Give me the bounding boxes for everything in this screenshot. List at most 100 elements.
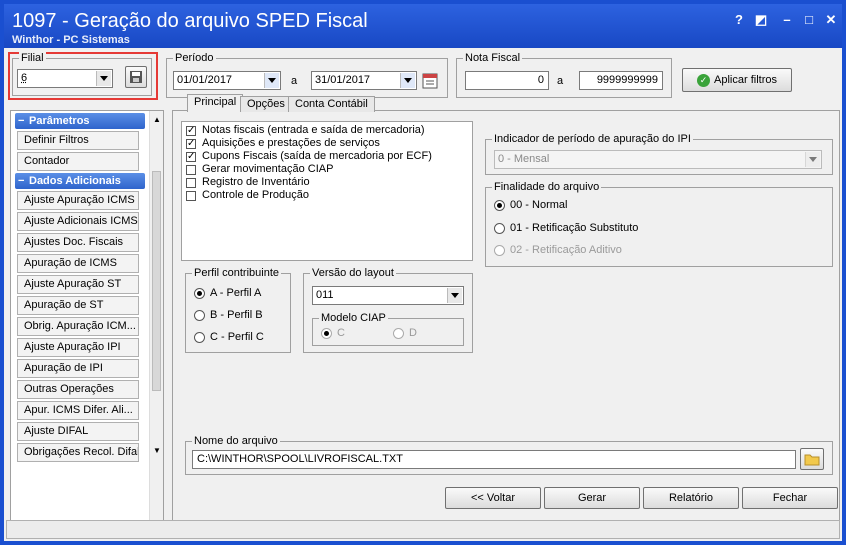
sidebar-item[interactable]: Outras Operações [17,380,139,399]
edit-icon[interactable]: ◩ [752,12,770,28]
chevron-down-icon [400,73,415,88]
radio-label: B - Perfil B [210,309,263,321]
controle-producao-checkbox[interactable] [186,191,196,201]
periodo-start-select[interactable]: 01/01/2017 [173,71,281,90]
tab-opcoes[interactable]: Opções [240,96,292,112]
sidebar-item-contador[interactable]: Contador [17,152,139,171]
ipi-legend: Indicador de período de apuração do IPI [492,133,693,145]
layout-group: Versão do layout 011 Modelo CIAP C D [303,267,473,353]
chevron-up-icon[interactable]: ▲ [153,115,161,124]
checkbox-label: Cupons Fiscais (saída de mercadoria por … [202,150,432,162]
perfil-c-radio[interactable] [194,332,205,343]
periodo-group: Período 01/01/2017 a 31/01/2017 [166,52,448,98]
save-button[interactable] [125,66,147,88]
perfil-legend: Perfil contribuinte [192,267,281,279]
layout-select[interactable]: 011 [312,286,464,305]
chevron-down-icon [264,73,279,88]
radio-label: C - Perfil C [210,331,264,343]
scrollbar-thumb[interactable] [152,171,161,391]
close-button[interactable]: Fechar [742,487,838,509]
finalidade-substituto-radio[interactable] [494,223,505,234]
title-bar: 1097 - Geração do arquivo SPED Fiscal Wi… [4,4,842,48]
ciap-legend: Modelo CIAP [319,312,388,324]
calendar-icon[interactable] [421,71,439,90]
notas-fiscais-checkbox[interactable]: ✓ [186,126,196,136]
arquivo-group: Nome do arquivo C:\WINTHOR\SPOOL\LIVROFI… [185,435,833,475]
sidebar-item[interactable]: Ajuste Adicionais ICMS [17,212,139,231]
folder-icon [804,454,820,466]
periodo-separator: a [291,75,298,87]
window-title: 1097 - Geração do arquivo SPED Fiscal [12,10,368,32]
save-icon [130,71,142,83]
checkbox-label: Notas fiscais (entrada e saída de mercad… [202,124,425,136]
chevron-down-icon [447,288,462,303]
perfil-b-radio[interactable] [194,310,205,321]
periodo-start-value: 01/01/2017 [177,74,233,86]
sidebar-item[interactable]: Apur. ICMS Difer. Ali... [17,401,139,420]
radio-label: C [337,327,345,339]
ipi-group: Indicador de período de apuração do IPI … [485,133,833,175]
back-button[interactable]: << Voltar [445,487,541,509]
tab-conta-contabil[interactable]: Conta Contábil [288,96,375,112]
nota-fiscal-legend: Nota Fiscal [463,52,523,64]
maximize-icon[interactable]: □ [800,12,818,27]
radio-label: A - Perfil A [210,287,262,299]
registro-inventario-checkbox[interactable] [186,178,196,188]
sidebar-item[interactable]: Obrig. Apuração ICM... [17,317,139,336]
sidebar-section-dados-adicionais[interactable]: Dados Adicionais [15,173,145,189]
perfil-a-radio[interactable] [194,288,205,299]
aquisicoes-checkbox[interactable]: ✓ [186,139,196,149]
periodo-end-select[interactable]: 31/01/2017 [311,71,417,90]
sidebar-section-parametros[interactable]: Parâmetros [15,113,145,129]
ciap-group: Modelo CIAP C D [312,312,464,346]
cupons-fiscais-checkbox[interactable]: ✓ [186,152,196,162]
chevron-down-icon[interactable]: ▼ [153,446,161,455]
layout-value: 011 [316,289,334,301]
filial-group: Filial 6 [12,52,152,96]
close-icon[interactable]: ✕ [822,12,840,28]
status-bar [6,520,840,539]
nota-fiscal-group: Nota Fiscal 0 a 9999999999 [456,52,672,98]
sidebar: Parâmetros Definir Filtros Contador Dado… [10,110,164,524]
nota-fiscal-start-input[interactable]: 0 [465,71,549,90]
sidebar-item[interactable]: Apuração de IPI [17,359,139,378]
radio-label: 00 - Normal [510,199,568,211]
checkbox-label: Gerar movimentação CIAP [202,163,334,175]
finalidade-group: Finalidade do arquivo 00 - Normal 01 - R… [485,181,833,267]
ciap-c-radio [321,328,332,339]
filial-value: 6 [21,72,28,84]
ipi-value: 0 - Mensal [498,153,550,165]
browse-button[interactable] [800,448,824,470]
help-icon[interactable]: ? [730,12,748,27]
filial-select[interactable]: 6 [17,69,113,88]
client-area: Filial 6 Período 01/01/2017 a 31/01/2017 [4,48,842,541]
sidebar-item[interactable]: Ajuste Apuração ICMS [17,191,139,210]
sidebar-item-definir-filtros[interactable]: Definir Filtros [17,131,139,150]
sidebar-item[interactable]: Obrigações Recol. Difal [17,443,139,462]
generate-button[interactable]: Gerar [544,487,640,509]
ciap-d-radio [393,328,404,339]
sidebar-item[interactable]: Ajuste Apuração ST [17,275,139,294]
minimize-icon[interactable]: – [778,12,796,27]
ipi-select: 0 - Mensal [494,150,822,169]
nota-fiscal-end-input[interactable]: 9999999999 [579,71,663,90]
sidebar-item[interactable]: Ajustes Doc. Fiscais [17,233,139,252]
layout-legend: Versão do layout [310,267,396,279]
radio-label: 02 - Retificação Aditivo [510,244,622,256]
sidebar-item[interactable]: Ajuste Apuração IPI [17,338,139,357]
window-subtitle: Winthor - PC Sistemas [12,34,130,46]
apply-filters-button[interactable]: ✓ Aplicar filtros [682,68,792,92]
sidebar-item[interactable]: Apuração de ST [17,296,139,315]
radio-label: 01 - Retificação Substituto [510,222,639,234]
arquivo-legend: Nome do arquivo [192,435,280,447]
sidebar-item[interactable]: Apuração de ICMS [17,254,139,273]
report-button[interactable]: Relatório [643,487,739,509]
gerar-ciap-checkbox[interactable] [186,165,196,175]
file-path-input[interactable]: C:\WINTHOR\SPOOL\LIVROFISCAL.TXT [192,450,796,469]
tab-principal[interactable]: Principal [187,94,244,112]
sidebar-item[interactable]: Ajuste DIFAL [17,422,139,441]
finalidade-normal-radio[interactable] [494,200,505,211]
export-options-list: ✓ Notas fiscais (entrada e saída de merc… [181,121,473,261]
sidebar-scrollbar[interactable]: ▲ ▼ [149,111,163,523]
nota-fiscal-separator: a [557,75,564,87]
